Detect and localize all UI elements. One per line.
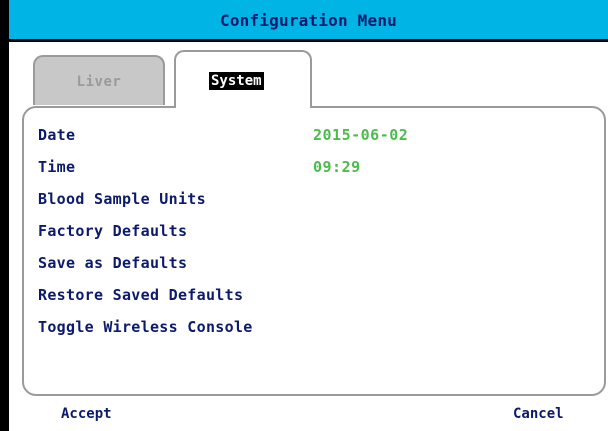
menu-item-label: Restore Saved Defaults — [38, 286, 244, 304]
tab-system-label: System — [209, 72, 264, 90]
menu-item-label: Save as Defaults — [38, 254, 188, 272]
cancel-button[interactable]: Cancel — [513, 405, 564, 423]
time-value: 09:29 — [313, 158, 361, 176]
page-title: Configuration Menu — [220, 11, 397, 30]
menu-item-label: Blood Sample Units — [38, 190, 206, 208]
menu-item-label: Date — [38, 126, 76, 144]
menu-item-label: Factory Defaults — [38, 222, 188, 240]
tab-liver[interactable]: Liver — [33, 55, 165, 105]
title-bar: Configuration Menu — [9, 0, 608, 42]
menu-item-save-as-defaults[interactable]: Save as Defaults — [38, 253, 598, 273]
tab-system[interactable]: System — [174, 50, 312, 108]
menu-item-time[interactable]: Time 09:29 — [38, 157, 598, 177]
tab-connector — [176, 104, 310, 109]
menu-item-label: Toggle Wireless Console — [38, 318, 253, 336]
tab-liver-label: Liver — [76, 74, 122, 90]
menu-item-date[interactable]: Date 2015-06-02 — [38, 125, 598, 145]
menu-item-toggle-wireless-console[interactable]: Toggle Wireless Console — [38, 317, 598, 337]
menu-item-restore-saved-defaults[interactable]: Restore Saved Defaults — [38, 285, 598, 305]
menu-item-blood-sample-units[interactable]: Blood Sample Units — [38, 189, 598, 209]
accept-button[interactable]: Accept — [61, 405, 112, 423]
menu-item-label: Time — [38, 158, 76, 176]
date-value: 2015-06-02 — [313, 126, 409, 144]
menu-item-factory-defaults[interactable]: Factory Defaults — [38, 221, 598, 241]
settings-panel — [22, 106, 606, 396]
